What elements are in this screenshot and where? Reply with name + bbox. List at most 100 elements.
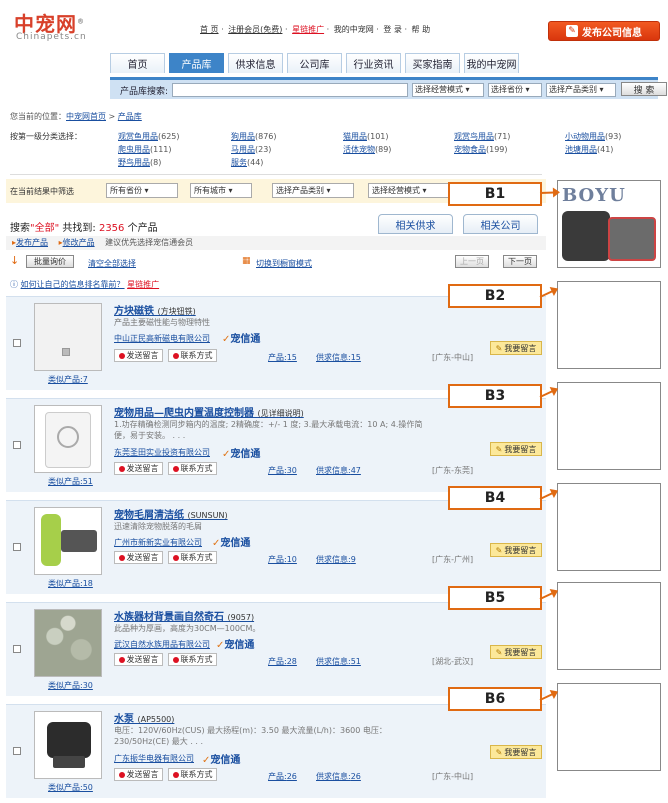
category-link[interactable]: 观赏鸟用品(71): [454, 131, 510, 142]
company-link[interactable]: 东莞圣田实业投资有限公司: [114, 447, 210, 458]
supply-count-link[interactable]: 供求信息:9: [316, 554, 356, 565]
toplink-login[interactable]: 登 录: [383, 25, 402, 34]
leave-message-button[interactable]: ✎ 我要留言: [490, 745, 542, 759]
category-link[interactable]: 野鸟用品(8): [118, 157, 161, 168]
category-link[interactable]: 爬虫用品(111): [118, 144, 172, 155]
supply-count-link[interactable]: 供求信息:15: [316, 352, 361, 363]
search-input[interactable]: [172, 83, 408, 97]
breadcrumb-current[interactable]: 产品库: [118, 112, 142, 121]
tab-companies[interactable]: 公司库: [287, 53, 342, 73]
product-checkbox[interactable]: [13, 441, 21, 449]
tab-related-supply[interactable]: 相关供求: [378, 214, 453, 234]
contact-info-button[interactable]: 联系方式: [168, 462, 217, 475]
product-image[interactable]: [34, 405, 102, 473]
supply-count-link[interactable]: 供求信息:26: [316, 771, 361, 782]
product-checkbox[interactable]: [13, 543, 21, 551]
similar-products-link[interactable]: 类似产品:50: [48, 782, 93, 793]
filter-province-select[interactable]: 所有省份 ▾: [106, 183, 178, 198]
category-link[interactable]: 小动物用品(93): [565, 131, 621, 142]
switch-window-mode-link[interactable]: 切换到橱窗模式: [256, 258, 312, 269]
send-message-button[interactable]: 发送留言: [114, 462, 163, 475]
tab-buyer-guide[interactable]: 买家指南: [405, 53, 460, 73]
product-image[interactable]: [34, 507, 102, 575]
company-link[interactable]: 中山正民高新磁电有限公司: [114, 333, 210, 344]
prev-page-button[interactable]: 上一页: [455, 255, 489, 268]
tab-related-companies[interactable]: 相关公司: [463, 214, 538, 234]
similar-products-link[interactable]: 类似产品:18: [48, 578, 93, 589]
tab-products[interactable]: 产品库: [169, 53, 224, 73]
product-title[interactable]: 方块磁铁 (方块钮铁): [114, 302, 196, 317]
send-message-button[interactable]: 发送留言: [114, 349, 163, 362]
company-link[interactable]: 广州市新新实业有限公司: [114, 537, 202, 548]
product-title[interactable]: 水泵 (AP5500): [114, 710, 174, 725]
leave-message-button[interactable]: ✎ 我要留言: [490, 543, 542, 557]
search-mode-select[interactable]: 选择经营模式 ▾: [412, 83, 484, 97]
ranking-help-link[interactable]: 如何让自己的信息排名靠前？: [21, 280, 125, 289]
filter-category-select[interactable]: 选择产品类别 ▾: [272, 183, 354, 198]
tab-my-account[interactable]: 我的中宠网: [464, 53, 519, 73]
leave-message-button[interactable]: ✎ 我要留言: [490, 341, 542, 355]
send-message-button[interactable]: 发送留言: [114, 551, 163, 564]
product-title[interactable]: 宠物毛屑清洁纸 (SUNSUN): [114, 506, 228, 521]
search-category-select[interactable]: 选择产品类别 ▾: [546, 83, 616, 97]
product-image[interactable]: [34, 609, 102, 677]
tab-supply[interactable]: 供求信息: [228, 53, 283, 73]
breadcrumb-home[interactable]: 中宠网首页: [66, 112, 106, 121]
product-image[interactable]: [34, 303, 102, 371]
tab-home[interactable]: 首页: [110, 53, 165, 73]
publish-company-button[interactable]: ✎ 发布公司信息: [548, 21, 660, 41]
search-province-select[interactable]: 选择省份 ▾: [488, 83, 542, 97]
ad-slot-b2[interactable]: [557, 281, 661, 369]
category-link[interactable]: 猫用品(101): [343, 131, 389, 142]
category-link[interactable]: 服务(44): [231, 157, 263, 168]
ad-slot-b1[interactable]: BOYU: [557, 180, 661, 268]
similar-products-link[interactable]: 类似产品:7: [48, 374, 88, 385]
ad-slot-b5[interactable]: [557, 582, 661, 670]
search-button[interactable]: 搜 索: [621, 82, 667, 96]
category-link[interactable]: 狗用品(876): [231, 131, 277, 142]
category-link[interactable]: 马用品(23): [231, 144, 271, 155]
category-link[interactable]: 宠物食品(199): [454, 144, 508, 155]
product-title[interactable]: 水族器材背景画自然奇石 (9057): [114, 608, 254, 623]
products-count-link[interactable]: 产品:30: [268, 465, 297, 476]
contact-info-button[interactable]: 联系方式: [168, 768, 217, 781]
leave-message-button[interactable]: ✎ 我要留言: [490, 442, 542, 456]
similar-products-link[interactable]: 类似产品:30: [48, 680, 93, 691]
batch-inquiry-button[interactable]: 批量询价: [26, 255, 74, 268]
products-count-link[interactable]: 产品:10: [268, 554, 297, 565]
toplink-help[interactable]: 帮 助: [412, 25, 431, 34]
tab-news[interactable]: 行业资讯: [346, 53, 401, 73]
contact-info-button[interactable]: 联系方式: [168, 551, 217, 564]
product-title[interactable]: 宠物用品—爬虫内置温度控制器 (见详细说明): [114, 404, 304, 419]
ad-slot-b3[interactable]: [557, 382, 661, 470]
contact-info-button[interactable]: 联系方式: [168, 653, 217, 666]
clear-selection-link[interactable]: 清空全部选择: [88, 258, 136, 269]
edit-product-link[interactable]: 修改产品: [63, 238, 95, 247]
filter-mode-select[interactable]: 选择经营模式 ▾: [368, 183, 450, 198]
star-promo-link[interactable]: 星链推广: [127, 280, 159, 289]
product-image[interactable]: [34, 711, 102, 779]
next-page-button[interactable]: 下一页: [503, 255, 537, 268]
ad-slot-b4[interactable]: [557, 483, 661, 571]
company-link[interactable]: 广东振华电器有限公司: [114, 753, 194, 764]
ad-slot-b6[interactable]: [557, 683, 661, 771]
toplink-register[interactable]: 注册会员(免费): [228, 25, 282, 34]
toplink-promo[interactable]: 星链推广: [292, 25, 324, 34]
company-link[interactable]: 武汉自然水族用品有限公司: [114, 639, 210, 650]
similar-products-link[interactable]: 类似产品:51: [48, 476, 93, 487]
product-checkbox[interactable]: [13, 645, 21, 653]
supply-count-link[interactable]: 供求信息:51: [316, 656, 361, 667]
product-checkbox[interactable]: [13, 339, 21, 347]
products-count-link[interactable]: 产品:15: [268, 352, 297, 363]
supply-count-link[interactable]: 供求信息:47: [316, 465, 361, 476]
toplink-my[interactable]: 我的中宠网: [334, 25, 374, 34]
contact-info-button[interactable]: 联系方式: [168, 349, 217, 362]
category-link[interactable]: 池塘用品(41): [565, 144, 613, 155]
send-message-button[interactable]: 发送留言: [114, 768, 163, 781]
category-link[interactable]: 观赏鱼用品(625): [118, 131, 180, 142]
products-count-link[interactable]: 产品:28: [268, 656, 297, 667]
filter-city-select[interactable]: 所有城市 ▾: [190, 183, 252, 198]
toplink-home[interactable]: 首 页: [200, 25, 219, 34]
category-link[interactable]: 活体宠物(89): [343, 144, 391, 155]
product-checkbox[interactable]: [13, 747, 21, 755]
